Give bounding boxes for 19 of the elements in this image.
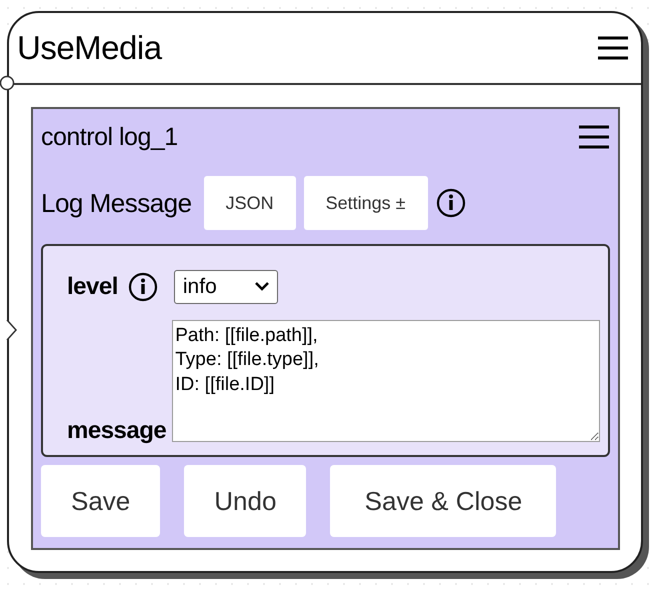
node-title: UseMedia — [17, 29, 162, 67]
menu-icon[interactable] — [578, 125, 610, 149]
info-icon[interactable] — [436, 188, 466, 218]
chevron-down-icon — [254, 282, 269, 292]
undo-button[interactable]: Undo — [184, 465, 306, 537]
info-icon[interactable] — [128, 272, 158, 302]
input-port-icon[interactable] — [4, 319, 18, 343]
menu-icon[interactable] — [597, 36, 629, 60]
message-label: message — [67, 417, 166, 445]
section-heading: Log Message — [41, 188, 192, 218]
connector-port-icon[interactable] — [0, 75, 16, 91]
settings-button[interactable]: Settings ± — [304, 176, 428, 230]
level-dropdown[interactable]: info — [174, 270, 278, 304]
save-button[interactable]: Save — [41, 465, 160, 537]
json-button[interactable]: JSON — [204, 176, 296, 230]
message-field[interactable]: Path: [[file.path]], Type: [[file.type]], ID: [[file.ID]] — [172, 320, 600, 442]
save-close-button[interactable]: Save & Close — [330, 465, 556, 537]
panel-title: control log_1 — [41, 122, 178, 152]
level-label: level — [67, 272, 118, 301]
